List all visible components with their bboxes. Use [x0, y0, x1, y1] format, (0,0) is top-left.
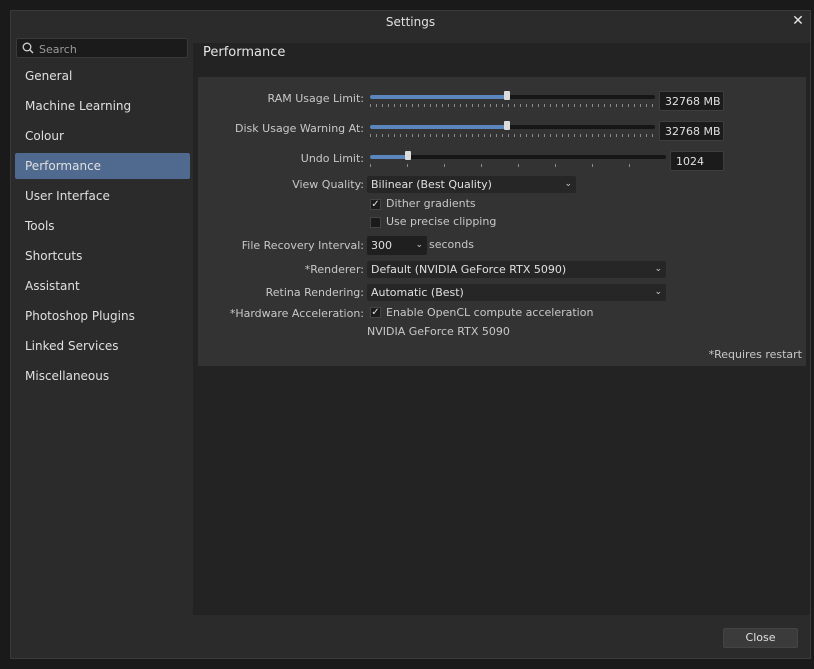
- sidebar-item-colour[interactable]: Colour: [15, 123, 190, 149]
- chevron-down-icon: ⌄: [564, 179, 572, 189]
- sidebar-item-assistant[interactable]: Assistant: [15, 273, 190, 299]
- chevron-down-icon: ⌄: [654, 264, 662, 274]
- sidebar-item-user-interface[interactable]: User Interface: [15, 183, 190, 209]
- ram-value-field[interactable]: 32768 MB: [659, 91, 724, 111]
- recovery-label: File Recovery Interval:: [241, 239, 364, 252]
- disk-value-field[interactable]: 32768 MB: [659, 121, 724, 141]
- view-quality-value: Bilinear (Best Quality): [371, 178, 492, 191]
- retina-value: Automatic (Best): [371, 286, 464, 299]
- retina-label: Retina Rendering:: [265, 286, 364, 299]
- recovery-row: File Recovery Interval: 300 ⌄ seconds: [198, 235, 806, 255]
- retina-row: Retina Rendering: Automatic (Best) ⌄: [198, 283, 806, 303]
- view-quality-dropdown[interactable]: Bilinear (Best Quality) ⌄: [367, 176, 576, 193]
- undo-label: Undo Limit:: [300, 152, 364, 165]
- sidebar-item-general[interactable]: General: [15, 63, 190, 89]
- hw-label: *Hardware Acceleration:: [229, 307, 364, 320]
- undo-row: Undo Limit: 1024: [198, 149, 806, 171]
- renderer-row: *Renderer: Default (NVIDIA GeForce RTX 5…: [198, 260, 806, 280]
- main-content: Performance RAM Usage Limit: 32768 MB Di…: [193, 43, 810, 615]
- clipping-checkbox[interactable]: [370, 217, 381, 228]
- recovery-value: 300: [371, 239, 392, 252]
- undo-slider-fill: [370, 155, 409, 159]
- ram-slider[interactable]: [370, 89, 655, 109]
- disk-slider-fill: [370, 125, 507, 129]
- search-input[interactable]: [37, 40, 186, 58]
- renderer-label: *Renderer:: [304, 263, 364, 276]
- retina-dropdown[interactable]: Automatic (Best) ⌄: [367, 284, 666, 301]
- ram-slider-thumb[interactable]: [503, 91, 510, 100]
- settings-window: Settings ✕ General Machine Learning Colo…: [10, 10, 811, 659]
- hw-row: *Hardware Acceleration: ✓ Enable OpenCL …: [198, 304, 806, 324]
- sidebar-item-linked-services[interactable]: Linked Services: [15, 333, 190, 359]
- disk-slider[interactable]: [370, 119, 655, 139]
- dither-checkbox[interactable]: ✓: [370, 199, 381, 210]
- sidebar-item-photoshop-plugins[interactable]: Photoshop Plugins: [15, 303, 190, 329]
- sidebar-item-performance[interactable]: Performance: [15, 153, 190, 179]
- settings-panel: RAM Usage Limit: 32768 MB Disk Usage War…: [198, 77, 806, 366]
- undo-value-field[interactable]: 1024: [670, 151, 724, 171]
- renderer-dropdown[interactable]: Default (NVIDIA GeForce RTX 5090) ⌄: [367, 261, 666, 278]
- search-icon: [22, 42, 34, 54]
- close-icon[interactable]: ✕: [790, 13, 806, 29]
- chevron-down-icon: ⌄: [415, 240, 423, 250]
- search-box[interactable]: [16, 38, 188, 58]
- recovery-dropdown[interactable]: 300 ⌄: [367, 236, 427, 255]
- opencl-checkbox[interactable]: ✓: [370, 307, 381, 318]
- view-quality-row: View Quality: Bilinear (Best Quality) ⌄: [198, 175, 806, 195]
- sidebar-item-miscellaneous[interactable]: Miscellaneous: [15, 363, 190, 389]
- opencl-label: Enable OpenCL compute acceleration: [386, 306, 594, 319]
- ram-label: RAM Usage Limit:: [267, 92, 364, 105]
- renderer-value: Default (NVIDIA GeForce RTX 5090): [371, 263, 567, 276]
- sidebar: General Machine Learning Colour Performa…: [11, 33, 193, 653]
- sidebar-item-tools[interactable]: Tools: [15, 213, 190, 239]
- disk-slider-thumb[interactable]: [503, 121, 510, 130]
- disk-row: Disk Usage Warning At: 32768 MB: [198, 119, 806, 141]
- sidebar-nav: General Machine Learning Colour Performa…: [15, 63, 190, 393]
- sidebar-item-machine-learning[interactable]: Machine Learning: [15, 93, 190, 119]
- dither-label: Dither gradients: [386, 197, 476, 210]
- sidebar-item-shortcuts[interactable]: Shortcuts: [15, 243, 190, 269]
- view-quality-label: View Quality:: [292, 178, 364, 191]
- dither-row: ✓ Dither gradients: [198, 197, 806, 217]
- gpu-device-name: NVIDIA GeForce RTX 5090: [367, 325, 510, 338]
- chevron-down-icon: ⌄: [654, 287, 662, 297]
- ram-row: RAM Usage Limit: 32768 MB: [198, 89, 806, 111]
- clipping-label: Use precise clipping: [386, 215, 497, 228]
- recovery-unit: seconds: [429, 238, 474, 251]
- window-title: Settings: [385, 15, 436, 29]
- page-title: Performance: [203, 45, 286, 60]
- close-button[interactable]: Close: [723, 628, 798, 648]
- undo-slider[interactable]: [370, 149, 666, 169]
- undo-slider-thumb[interactable]: [405, 151, 412, 160]
- ram-slider-fill: [370, 95, 507, 99]
- disk-label: Disk Usage Warning At:: [235, 122, 364, 135]
- clipping-row: Use precise clipping: [198, 215, 806, 235]
- restart-note: *Requires restart: [708, 348, 802, 361]
